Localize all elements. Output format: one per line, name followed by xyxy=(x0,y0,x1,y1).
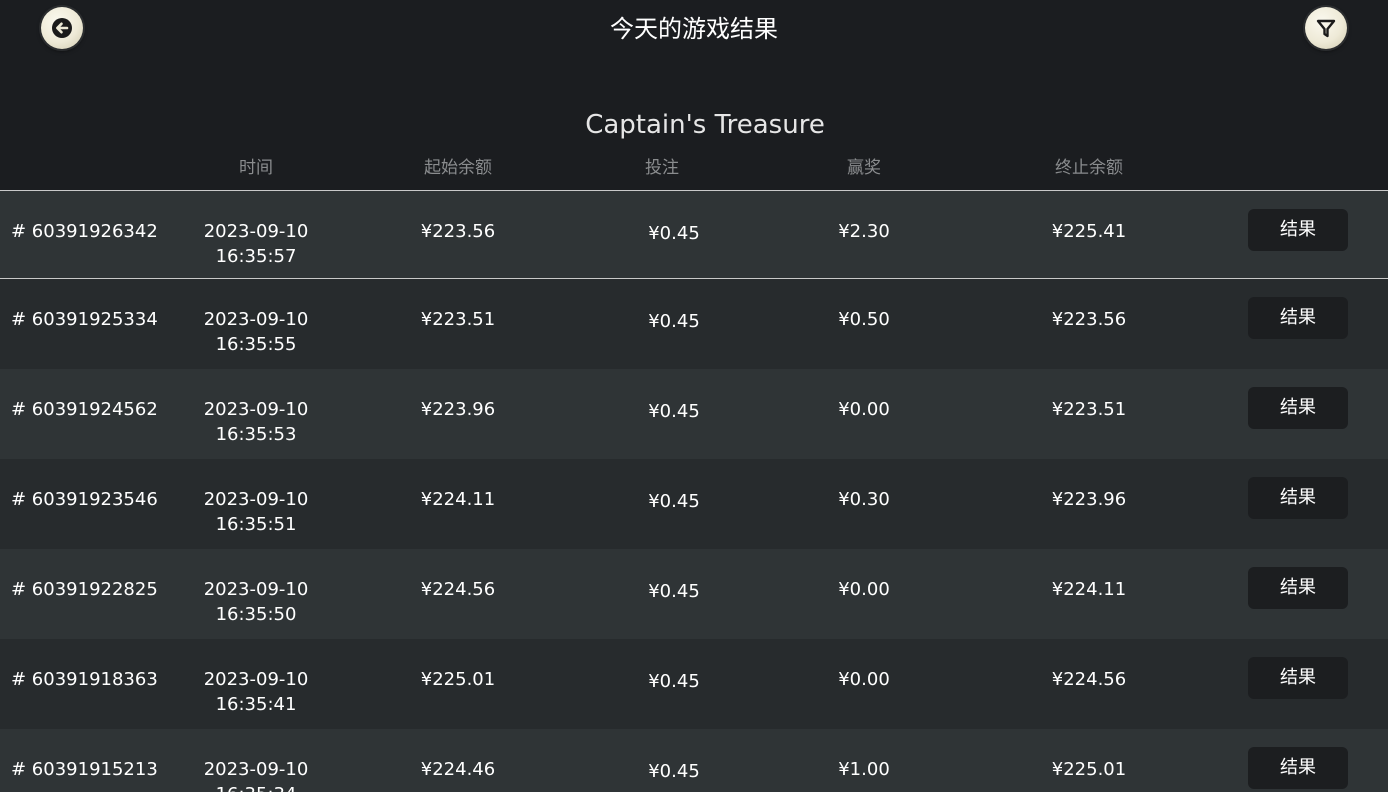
end-balance: ¥225.01 xyxy=(1051,759,1127,780)
round-id: # 60391915213 xyxy=(11,759,158,780)
end-balance: ¥225.41 xyxy=(1051,221,1127,242)
start-balance: ¥223.56 xyxy=(420,221,496,242)
start-balance: ¥225.01 xyxy=(420,669,496,690)
round-date: 2023-09-10 xyxy=(203,669,309,690)
round-clock: 16:35:57 xyxy=(215,246,297,267)
table-row: # 60391918363 2023-09-10 16:35:41 ¥225.01… xyxy=(0,639,1388,729)
results-table: # 60391926342 2023-09-10 16:35:57 ¥223.56… xyxy=(0,191,1388,792)
win-amount: ¥0.30 xyxy=(838,489,890,510)
end-balance: ¥223.96 xyxy=(1051,489,1127,510)
round-time: 2023-09-10 16:35:53 xyxy=(204,397,309,447)
round-date: 2023-09-10 xyxy=(203,399,309,420)
round-time: 2023-09-10 16:35:51 xyxy=(204,487,309,537)
round-date: 2023-09-10 xyxy=(203,489,309,510)
game-results-page: 今天的游戏结果 Captain's Treasure 时间 起始余额 投注 赢奖… xyxy=(0,0,1388,792)
round-time: 2023-09-10 16:35:57 xyxy=(204,219,309,269)
table-header: 时间 起始余额 投注 赢奖 终止余额 xyxy=(0,154,1388,182)
round-id: # 60391926342 xyxy=(11,221,158,242)
round-clock: 16:35:53 xyxy=(215,424,297,445)
win-amount: ¥2.30 xyxy=(838,221,890,242)
column-header-start-balance: 起始余额 xyxy=(424,158,492,178)
column-header-win: 赢奖 xyxy=(847,158,881,178)
round-id: # 60391923546 xyxy=(11,489,158,510)
start-balance: ¥223.96 xyxy=(420,399,496,420)
round-date: 2023-09-10 xyxy=(203,579,309,600)
table-row: # 60391926342 2023-09-10 16:35:57 ¥223.56… xyxy=(0,191,1388,279)
bet-amount: ¥0.45 xyxy=(648,311,700,332)
result-button[interactable]: 结果 xyxy=(1248,297,1348,339)
table-row: # 60391922825 2023-09-10 16:35:50 ¥224.56… xyxy=(0,549,1388,639)
round-clock: 16:35:50 xyxy=(215,604,297,625)
start-balance: ¥223.51 xyxy=(420,309,496,330)
round-clock: 16:35:51 xyxy=(215,514,297,535)
round-clock: 16:35:41 xyxy=(215,694,297,715)
table-row: # 60391925334 2023-09-10 16:35:55 ¥223.51… xyxy=(0,279,1388,369)
bet-amount: ¥0.45 xyxy=(648,761,700,782)
start-balance: ¥224.56 xyxy=(420,579,496,600)
bet-amount: ¥0.45 xyxy=(648,223,700,244)
round-time: 2023-09-10 16:35:34 xyxy=(204,757,309,792)
win-amount: ¥0.00 xyxy=(838,399,890,420)
win-amount: ¥0.50 xyxy=(838,309,890,330)
round-time: 2023-09-10 16:35:50 xyxy=(204,577,309,627)
result-button[interactable]: 结果 xyxy=(1248,567,1348,609)
end-balance: ¥223.56 xyxy=(1051,309,1127,330)
round-time: 2023-09-10 16:35:55 xyxy=(204,307,309,357)
result-button[interactable]: 结果 xyxy=(1248,657,1348,699)
end-balance: ¥223.51 xyxy=(1051,399,1127,420)
round-date: 2023-09-10 xyxy=(203,309,309,330)
column-header-bet: 投注 xyxy=(645,158,679,178)
bet-amount: ¥0.45 xyxy=(648,671,700,692)
start-balance: ¥224.11 xyxy=(420,489,496,510)
table-row: # 60391923546 2023-09-10 16:35:51 ¥224.11… xyxy=(0,459,1388,549)
bet-amount: ¥0.45 xyxy=(648,401,700,422)
start-balance: ¥224.46 xyxy=(420,759,496,780)
bet-amount: ¥0.45 xyxy=(648,581,700,602)
round-id: # 60391918363 xyxy=(11,669,158,690)
column-header-end-balance: 终止余额 xyxy=(1055,158,1123,178)
round-date: 2023-09-10 xyxy=(203,759,309,780)
round-id: # 60391922825 xyxy=(11,579,158,600)
result-button[interactable]: 结果 xyxy=(1248,747,1348,789)
round-clock: 16:35:55 xyxy=(215,334,297,355)
win-amount: ¥0.00 xyxy=(838,669,890,690)
table-row: # 60391915213 2023-09-10 16:35:34 ¥224.46… xyxy=(0,729,1388,792)
game-name: Captain's Treasure xyxy=(585,110,825,140)
round-id: # 60391924562 xyxy=(11,399,158,420)
filter-button[interactable] xyxy=(1305,7,1347,49)
win-amount: ¥1.00 xyxy=(838,759,890,780)
bet-amount: ¥0.45 xyxy=(648,491,700,512)
round-time: 2023-09-10 16:35:41 xyxy=(204,667,309,717)
filter-icon xyxy=(1316,19,1336,38)
column-header-time: 时间 xyxy=(239,158,273,178)
page-title: 今天的游戏结果 xyxy=(610,15,778,43)
end-balance: ¥224.11 xyxy=(1051,579,1127,600)
end-balance: ¥224.56 xyxy=(1051,669,1127,690)
table-row: # 60391924562 2023-09-10 16:35:53 ¥223.96… xyxy=(0,369,1388,459)
win-amount: ¥0.00 xyxy=(838,579,890,600)
result-button[interactable]: 结果 xyxy=(1248,387,1348,429)
round-clock: 16:35:34 xyxy=(204,782,309,792)
round-id: # 60391925334 xyxy=(11,309,158,330)
result-button[interactable]: 结果 xyxy=(1248,477,1348,519)
result-button[interactable]: 结果 xyxy=(1248,209,1348,251)
round-date: 2023-09-10 xyxy=(203,221,309,242)
